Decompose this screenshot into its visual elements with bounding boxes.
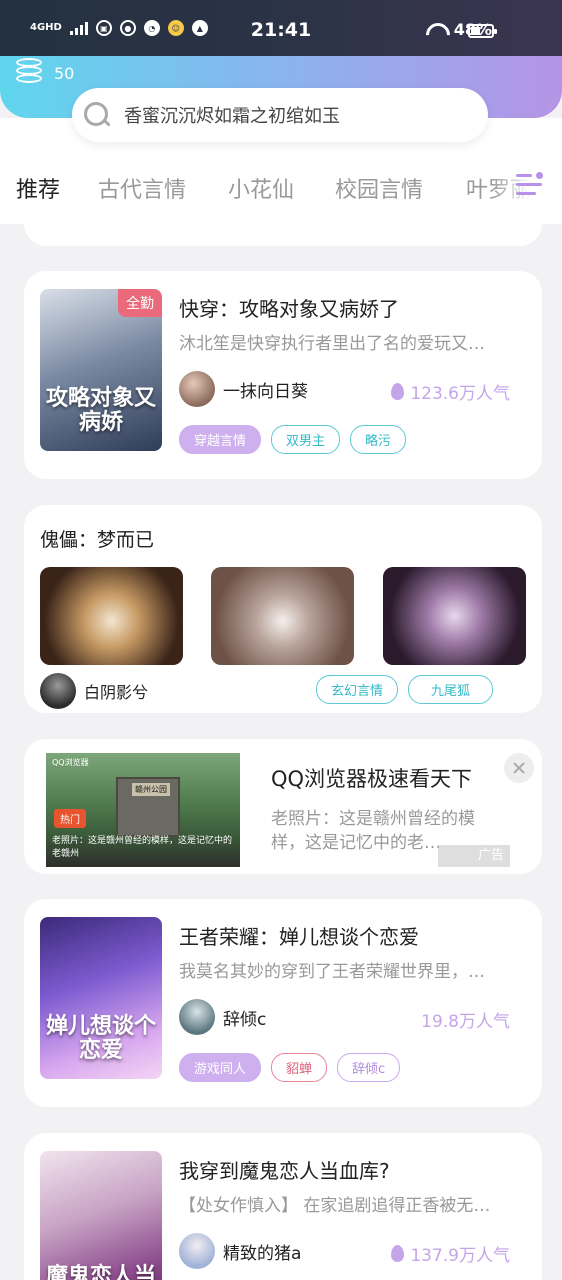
ad-title[interactable]: QQ浏览器极速看天下 [271, 763, 472, 793]
book-card[interactable]: 攻略对象又病娇 全勤 快穿：攻略对象又病娇了 沐北笙是快穿执行者里出了名的爱玩又… [24, 271, 542, 479]
close-icon[interactable] [504, 753, 534, 783]
author-name: 一抹向日葵 [223, 381, 308, 402]
tag-list: 玄幻言情 九尾狐 [316, 675, 494, 704]
category-tabs: 推荐 古代言情 小花仙 校园言情 叶罗丽精 [0, 166, 562, 214]
tab-recommend[interactable]: 推荐 [16, 172, 60, 204]
book-description: 沐北笙是快穿执行者里出了名的爱玩又… [179, 334, 485, 354]
book-cover[interactable]: 婵儿想谈个恋爱 [40, 917, 162, 1079]
book-card[interactable]: 婵儿想谈个恋爱 王者荣耀：婵儿想谈个恋爱 我莫名其妙的穿到了王者荣耀世界里，… … [24, 899, 542, 1107]
tag[interactable]: 游戏同人 [179, 1053, 262, 1082]
tag-list: 游戏同人 貂蝉 辞倾c [179, 1053, 401, 1082]
tag[interactable]: 双男主 [271, 425, 341, 454]
author-avatar [179, 371, 215, 407]
tag[interactable]: 貂蝉 [271, 1053, 328, 1082]
ad-image[interactable]: QQ浏览器 赣州公园 热门 老照片：这是赣州曾经的模样，这是记忆中的老赣州 [46, 753, 240, 867]
search-bar[interactable]: 香蜜沉沉烬如霜之初绾如玉 [72, 88, 488, 142]
collection-card[interactable]: 傀儡：梦而已 白阴影兮 玄幻言情 九尾狐 [24, 505, 542, 713]
book-cover[interactable]: 魔鬼恋人当血库 [40, 1151, 162, 1280]
author-info[interactable]: 白阴影兮 [40, 673, 148, 709]
tab-campus-romance[interactable]: 校园言情 [335, 172, 423, 204]
battery-icon [468, 24, 497, 38]
book-card[interactable]: 魔鬼恋人当血库 我穿到魔鬼恋人当血库? 【处女作慎入】 在家追剧追得正香被无… … [24, 1133, 542, 1280]
search-placeholder: 香蜜沉沉烬如霜之初绾如玉 [124, 106, 340, 127]
tag[interactable]: 辞倾c [337, 1053, 401, 1082]
full-attendance-badge: 全勤 [118, 289, 162, 317]
hot-badge: 热门 [54, 809, 86, 828]
popularity-count: 19.8万人气 [421, 1012, 510, 1032]
tag[interactable]: 玄幻言情 [316, 675, 399, 704]
category-menu-icon[interactable] [516, 172, 544, 200]
gate-sign: 赣州公园 [132, 783, 170, 796]
author-name: 精致的猪a [223, 1243, 302, 1264]
collection-image[interactable] [40, 567, 183, 665]
collection-image[interactable] [383, 567, 526, 665]
flame-icon [391, 1245, 405, 1262]
author-info[interactable]: 一抹向日葵 [179, 371, 308, 407]
cover-title: 婵儿想谈个恋爱 [45, 1014, 156, 1063]
ad-image-caption: 老照片：这是赣州曾经的模样，这是记忆中的老赣州 [52, 836, 233, 859]
ad-brand: QQ浏览器 [52, 758, 89, 767]
book-title[interactable]: 我穿到魔鬼恋人当血库? [179, 1155, 390, 1184]
popularity-count: 123.6万人气 [410, 384, 510, 404]
status-bar: 4GHD ▣ ● ◔ ☺ ▲ 21:41 48% [0, 0, 562, 62]
author-info[interactable]: 辞倾c [179, 999, 266, 1035]
book-cover[interactable]: 攻略对象又病娇 全勤 [40, 289, 162, 451]
previous-card-stub [24, 210, 542, 246]
tag-list: 穿越言情 双男主 略污 [179, 425, 407, 454]
tag[interactable]: 穿越言情 [179, 425, 262, 454]
author-name: 辞倾c [223, 1009, 267, 1030]
book-description: 我莫名其妙的穿到了王者荣耀世界里，… [179, 962, 485, 982]
cover-title: 魔鬼恋人当血库 [45, 1264, 156, 1280]
popularity: 137.9万人气 [391, 1241, 510, 1266]
book-title[interactable]: 快穿：攻略对象又病娇了 [179, 293, 399, 322]
author-name: 白阴影兮 [84, 683, 149, 702]
ad-card[interactable]: QQ浏览器 赣州公园 热门 老照片：这是赣州曾经的模样，这是记忆中的老赣州 QQ… [24, 739, 542, 874]
tab-ancient-romance[interactable]: 古代言情 [98, 172, 186, 204]
ad-label: 广告 [438, 845, 510, 867]
popularity: 123.6万人气 [391, 379, 510, 404]
popularity-count: 137.9万人气 [410, 1246, 510, 1266]
flame-icon [391, 383, 405, 400]
author-avatar [179, 999, 215, 1035]
book-description: 【处女作慎入】 在家追剧追得正香被无… [179, 1196, 491, 1216]
tab-xiaohuaxian[interactable]: 小花仙 [228, 172, 294, 204]
author-avatar [179, 1233, 215, 1269]
book-title[interactable]: 王者荣耀：婵儿想谈个恋爱 [179, 921, 419, 950]
wifi-icon [426, 23, 444, 37]
collection-title[interactable]: 傀儡：梦而已 [40, 525, 154, 552]
popularity: 19.8万人气 [421, 1007, 510, 1032]
coin-balance[interactable]: 50 [16, 58, 74, 88]
author-info[interactable]: 精致的猪a [179, 1233, 301, 1269]
coin-count: 50 [54, 63, 75, 83]
author-avatar [40, 673, 76, 709]
tag[interactable]: 略污 [350, 425, 407, 454]
collection-image[interactable] [211, 567, 354, 665]
search-icon [84, 102, 110, 128]
cover-title: 攻略对象又病娇 [45, 386, 156, 435]
coin-stack-icon [16, 58, 46, 88]
tag[interactable]: 九尾狐 [408, 675, 494, 704]
